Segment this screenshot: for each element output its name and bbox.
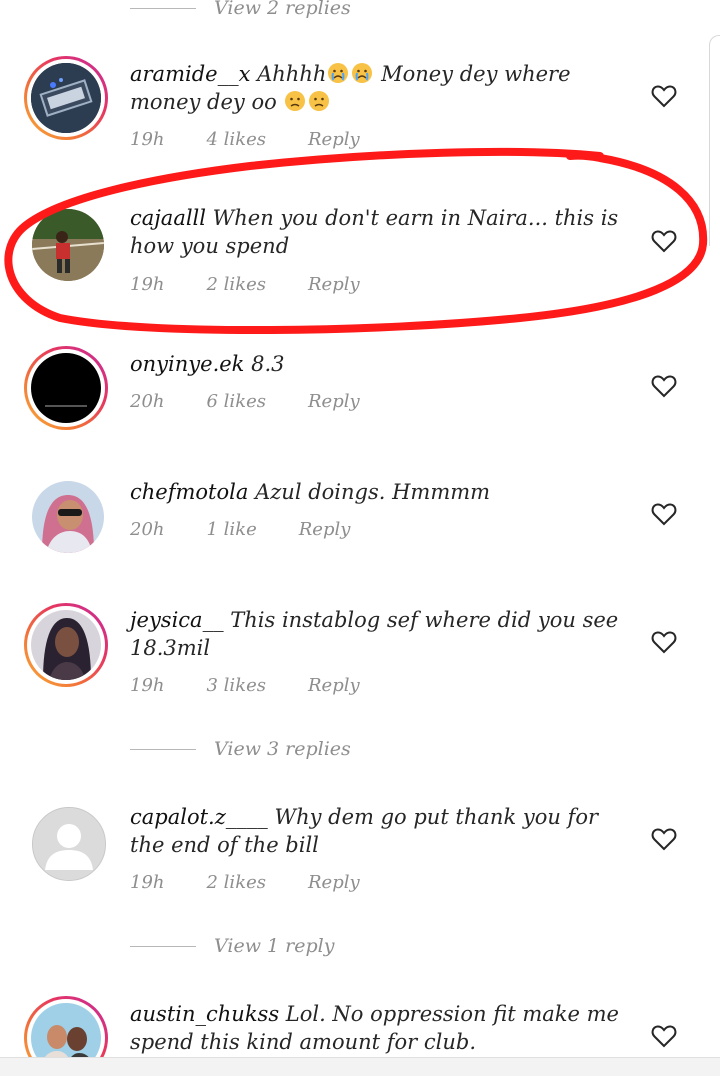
comment-meta: 20h 1 like Reply [130,519,392,540]
comment-likes[interactable]: 1 like [207,519,257,540]
heart-icon[interactable] [651,229,677,253]
default-avatar-icon [33,808,105,880]
avatar[interactable] [24,346,108,430]
comment-time: 19h [130,274,165,295]
avatar[interactable] [32,807,106,881]
comment-time: 19h [130,872,165,893]
comment-time: 20h [130,391,165,412]
avatar[interactable] [32,481,104,553]
comment-likes[interactable]: 4 likes [207,129,266,150]
divider-line [130,7,196,9]
comment-username[interactable]: chefmotola [130,480,248,504]
reply-button[interactable]: Reply [308,129,360,150]
avatar[interactable] [24,603,108,687]
worried-face-icon [285,91,306,111]
heart-icon[interactable] [651,630,677,654]
avatar-image [31,353,101,423]
avatar-image [32,209,104,281]
comment-username[interactable]: onyinye.ek [130,352,244,376]
view-replies-label: View 1 reply [214,935,335,957]
comments-screen: View 2 replies aramide__x Ahhhh Money de… [0,0,720,1076]
heart-icon[interactable] [651,374,677,398]
divider-line [130,945,196,947]
reply-button[interactable]: Reply [308,391,360,412]
reply-button[interactable]: Reply [308,872,360,893]
avatar-image [31,610,101,680]
avatar[interactable] [24,56,108,140]
comment-likes[interactable]: 2 likes [207,274,266,295]
comment-text: onyinye.ek 8.3 [130,350,635,378]
view-replies-button[interactable]: View 3 replies [130,734,351,764]
crying-face-icon [352,63,373,83]
comment-body: 8.3 [251,352,285,376]
comment-meta: 19h 2 likes Reply [130,872,402,893]
divider-line [130,748,196,750]
comment-text: austin_chukss Lol. No oppression fit mak… [130,1000,635,1056]
comment-username[interactable]: austin_chukss [130,1002,279,1026]
avatar-image [32,481,104,553]
view-replies-label: View 3 replies [214,738,351,760]
comment-text: capalot.z____ Why dem go put thank you f… [130,803,635,859]
avatar-image [31,63,101,133]
comment-text: cajaalll When you don't earn in Naira...… [130,204,635,260]
view-replies-button[interactable]: View 2 replies [130,0,351,23]
avatar[interactable] [32,209,104,281]
heart-icon[interactable] [651,827,677,851]
heart-icon[interactable] [651,502,677,526]
comment-meta: 19h 4 likes Reply [130,129,402,150]
comment-text: jeysica__ This instablog sef where did y… [130,606,635,662]
view-replies-button[interactable]: View 1 reply [130,931,334,961]
worried-face-icon [309,91,330,111]
comment-body: Ahhhh [257,62,327,86]
comment-time: 19h [130,675,165,696]
reply-button[interactable]: Reply [308,274,360,295]
comment-body: Azul doings. Hmmmm [255,480,491,504]
crying-face-icon [328,63,349,83]
heart-icon[interactable] [651,1024,677,1048]
reply-button[interactable]: Reply [308,675,360,696]
comment-time: 19h [130,129,165,150]
comment-username[interactable]: jeysica__ [130,608,224,632]
comment-likes[interactable]: 6 likes [207,391,266,412]
comment-username[interactable]: aramide__x [130,62,250,86]
scroll-edge [709,35,720,246]
comment-meta: 19h 3 likes Reply [130,675,402,696]
comment-likes[interactable]: 2 likes [207,872,266,893]
bottom-bar [0,1057,720,1076]
comment-username[interactable]: cajaalll [130,206,206,230]
comment-username[interactable]: capalot.z____ [130,805,268,829]
comment-meta: 19h 2 likes Reply [130,274,402,295]
reply-button[interactable]: Reply [299,519,351,540]
comment-meta: 20h 6 likes Reply [130,391,402,412]
comment-text: chefmotola Azul doings. Hmmmm [130,478,635,506]
comment-likes[interactable]: 3 likes [207,675,266,696]
view-replies-label: View 2 replies [214,0,351,19]
heart-icon[interactable] [651,84,677,108]
comment-time: 20h [130,519,165,540]
comment-text: aramide__x Ahhhh Money dey where money d… [130,60,635,116]
